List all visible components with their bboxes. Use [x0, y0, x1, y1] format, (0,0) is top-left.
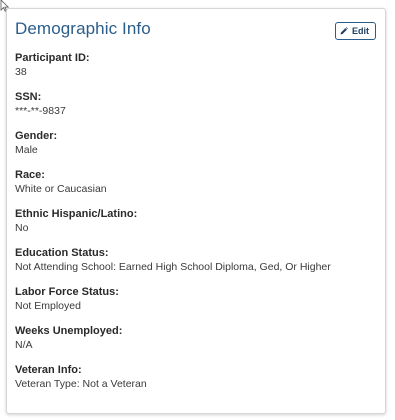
field-value: Veteran Type: Not a Veteran	[15, 378, 147, 390]
field-veteran-info: Veteran Info: Veteran Type: Not a Vetera…	[15, 363, 377, 402]
field-list: Participant ID: 38 SSN: ***-**-9837 Gend…	[15, 51, 377, 402]
field-label: Labor Force Status:	[15, 286, 119, 298]
field-value: 38	[15, 66, 27, 78]
field-label: Weeks Unemployed:	[15, 325, 123, 337]
pencil-icon	[340, 27, 348, 35]
field-label: Participant ID:	[15, 52, 90, 64]
field-value: N/A	[15, 339, 33, 351]
field-gender: Gender: Male	[15, 129, 377, 168]
field-value: Not Attending School: Earned High School…	[15, 261, 331, 273]
field-value: Male	[15, 144, 38, 156]
field-label: Gender:	[15, 130, 58, 142]
field-value: No	[15, 222, 29, 234]
field-labor-force-status: Labor Force Status: Not Employed	[15, 285, 377, 324]
field-weeks-unemployed: Weeks Unemployed: N/A	[15, 324, 377, 363]
field-label: Ethnic Hispanic/Latino:	[15, 208, 138, 220]
field-label: Veteran Info:	[15, 364, 82, 376]
edit-button-label: Edit	[352, 26, 369, 36]
field-label: Education Status:	[15, 247, 109, 259]
card-title: Demographic Info	[15, 19, 151, 38]
field-ssn: SSN: ***-**-9837	[15, 90, 377, 129]
card-header: Demographic Info Edit	[15, 19, 377, 45]
field-education-status: Education Status: Not Attending School: …	[15, 246, 377, 285]
field-value: Not Employed	[15, 300, 81, 312]
field-label: Race:	[15, 169, 45, 181]
demographic-info-card: Demographic Info Edit Participant ID: 38…	[6, 8, 386, 414]
field-label: SSN:	[15, 91, 42, 103]
edit-button[interactable]: Edit	[335, 22, 376, 40]
field-participant-id: Participant ID: 38	[15, 51, 377, 90]
field-value: ***-**-9837	[15, 105, 66, 117]
field-ethnic-hispanic-latino: Ethnic Hispanic/Latino: No	[15, 207, 377, 246]
field-value: White or Caucasian	[15, 183, 107, 195]
field-race: Race: White or Caucasian	[15, 168, 377, 207]
